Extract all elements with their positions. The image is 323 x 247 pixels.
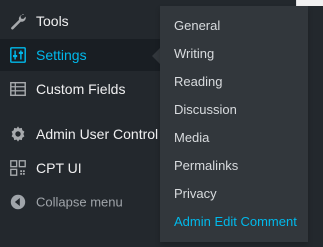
gear-icon xyxy=(8,124,28,144)
collapse-arrow-icon xyxy=(8,192,28,212)
menu-item-settings[interactable]: Settings xyxy=(0,39,160,71)
menu-item-admin-user-control[interactable]: Admin User Control xyxy=(0,118,160,150)
menu-label-collapse: Collapse menu xyxy=(36,194,123,210)
submenu-item-admin-edit-comment[interactable]: Admin Edit Comment xyxy=(174,207,297,235)
admin-sidebar-menu: Tools Settings Custom Fields Admin User … xyxy=(0,0,160,247)
submenu-pointer-arrow xyxy=(152,48,160,64)
menu-label-custom-fields: Custom Fields xyxy=(36,81,126,97)
custom-fields-grid-icon xyxy=(8,79,28,99)
submenu-item-privacy[interactable]: Privacy xyxy=(174,179,217,207)
menu-item-tools[interactable]: Tools xyxy=(0,5,160,37)
submenu-item-permalinks[interactable]: Permalinks xyxy=(174,151,238,179)
wrench-icon xyxy=(8,11,28,31)
collapse-menu-button[interactable]: Collapse menu xyxy=(0,186,160,218)
menu-item-cpt-ui[interactable]: CPT UI xyxy=(0,152,160,184)
cpt-ui-grid-icon xyxy=(8,158,28,178)
menu-label-settings: Settings xyxy=(36,47,87,63)
menu-label-cpt-ui: CPT UI xyxy=(36,160,82,176)
submenu-item-writing[interactable]: Writing xyxy=(174,39,214,67)
settings-sliders-icon xyxy=(8,45,28,65)
menu-label-admin-user-control: Admin User Control xyxy=(36,126,159,142)
settings-submenu-flyout: General Writing Reading Discussion Media… xyxy=(160,6,308,242)
submenu-item-general[interactable]: General xyxy=(174,11,220,39)
menu-item-custom-fields[interactable]: Custom Fields xyxy=(0,73,160,105)
menu-separator xyxy=(0,106,160,116)
submenu-item-discussion[interactable]: Discussion xyxy=(174,95,237,123)
submenu-item-media[interactable]: Media xyxy=(174,123,209,151)
menu-label-tools: Tools xyxy=(36,13,69,29)
submenu-item-reading[interactable]: Reading xyxy=(174,67,222,95)
